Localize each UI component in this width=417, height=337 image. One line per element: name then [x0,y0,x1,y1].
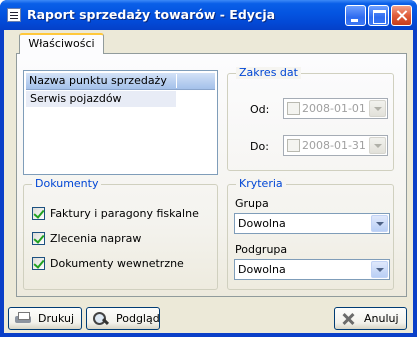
title-bar[interactable]: Raport sprzedaży towarów - Edycja [0,0,417,30]
print-label: Drukuj [38,312,75,325]
window-title: Raport sprzedaży towarów - Edycja [27,7,276,22]
criteria-group: Kryteria Grupa Dowolna Podgrupa Dowolna [227,178,394,290]
maximize-icon[interactable] [368,5,389,26]
criteria-legend: Kryteria [236,178,286,190]
documents-group: Dokumenty Faktury i paragony fiskalne Zl… [23,178,218,290]
group-label: Grupa [235,197,269,210]
group-select[interactable]: Dowolna [234,213,390,234]
group-value: Dowolna [238,217,286,230]
date-range-legend: Zakres dat [236,67,301,79]
close-icon[interactable] [391,5,412,26]
app-icon [7,8,21,22]
window-frame-bottom [0,333,417,337]
list-column-header[interactable]: Nazwa punktu sprzedaży [26,73,215,90]
tab-properties[interactable]: Właściwości [19,33,104,54]
report-window: Raport sprzedaży towarów - Edycja Właści… [0,0,417,337]
list-item[interactable]: Serwis pojazdów [26,91,176,107]
preview-label: Podgląd [116,312,160,325]
subgroup-value: Dowolna [238,263,286,276]
from-date-picker[interactable]: 2008-01-01 [283,98,388,119]
column-divider[interactable] [176,74,177,88]
checkbox-label: Dokumenty wewnetrzne [50,257,184,270]
chevron-down-icon[interactable] [369,100,386,117]
cancel-label: Anuluj [364,312,399,325]
from-date-value: 2008-01-01 [302,102,366,115]
dialog-body: Właściwości Nazwa punktu sprzedaży Serwi… [4,30,413,333]
checkbox-label: Faktury i paragony fiskalne [50,207,199,220]
preview-button[interactable]: Podgląd [86,307,160,330]
to-label: Do: [250,140,269,153]
chevron-down-icon[interactable] [369,137,386,154]
print-button[interactable]: Drukuj [8,307,82,330]
documents-legend: Dokumenty [32,178,102,190]
chevron-down-icon[interactable] [371,215,388,232]
checkmark-icon[interactable] [32,232,45,245]
subgroup-select[interactable]: Dowolna [234,259,390,280]
to-date-checkbox[interactable] [287,139,300,152]
from-date-checkbox[interactable] [287,102,300,115]
properties-panel: Nazwa punktu sprzedaży Serwis pojazdów Z… [16,53,407,297]
list-header-label: Nazwa punktu sprzedaży [29,74,167,87]
cancel-button[interactable]: Anuluj [334,307,407,330]
sales-points-list[interactable]: Nazwa punktu sprzedaży Serwis pojazdów [23,70,218,175]
from-label: Od: [250,103,270,116]
minimize-icon[interactable] [345,5,366,26]
checkmark-icon[interactable] [32,257,45,270]
checkbox-label: Zlecenia napraw [50,232,142,245]
printer-icon [15,312,31,326]
date-range-group: Zakres dat Od: 2008-01-01 Do: 2008-01-31 [227,67,394,171]
to-date-picker[interactable]: 2008-01-31 [283,135,388,156]
chevron-down-icon[interactable] [371,261,388,278]
checkmark-icon[interactable] [32,207,45,220]
magnifier-icon [93,312,109,326]
to-date-value: 2008-01-31 [302,139,366,152]
cancel-x-icon [341,312,357,326]
subgroup-label: Podgrupa [235,243,288,256]
